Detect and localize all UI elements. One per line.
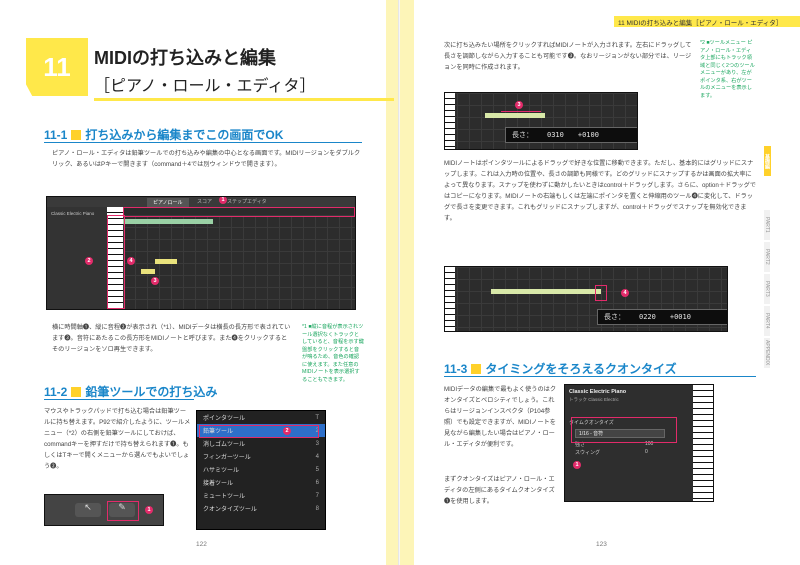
pencil-highlight (199, 425, 319, 438)
heading-rule (444, 376, 756, 377)
paragraph-quantize: MIDIデータの編集で最もよく使うのはクオンタイズとベロシティでしょう。これらは… (444, 386, 557, 448)
section-title: 打ち込みから編集までこの画面でOK (85, 128, 284, 142)
tool-item[interactable]: フィンガーツール 4 (197, 450, 325, 463)
quantize-inspector-screenshot: Classic Electric Piano トラック Classic Elec… (564, 384, 714, 502)
region-name: Classic Electric Piano (51, 211, 95, 216)
inspector-pane: Classic Electric Piano (47, 207, 107, 309)
running-head: 11 MIDIの打ち込みと編集［ピアノ・ロール・エディタ］ (614, 16, 800, 27)
note-input-screenshot: 3 長さ： 0310 +0100 (444, 92, 638, 150)
tab-appendix[interactable]: APPENDIX (764, 338, 770, 368)
paragraph-quantize-2: まずクオンタイズはピアノ・ロール・エディタの左側にあるタイムクオンタイズ❶を使用… (444, 476, 555, 505)
paragraph-axis: 横に時間軸❶、縦に音程❷が表示され（*1）、MIDIデータは横長の長方形で表され… (52, 324, 291, 353)
right-page: 11 MIDIの打ち込みと編集［ピアノ・ロール・エディタ］ 次に打ち込みたい場所… (400, 0, 800, 565)
square-icon (471, 364, 482, 374)
tool-menu-screenshot: ポインタツール T 鉛筆ツール 2 消しゴムツール 3 フィンガーツール 4 ハサミツー… (196, 410, 326, 530)
chapter-title: MIDIの打ち込みと編集 ［ピアノ・ロール・エディタ］ (94, 44, 384, 96)
callout-1: 1 (219, 197, 227, 204)
section-heading-11-1: 11-1 打ち込みから編集までこの画面でOK (44, 126, 283, 143)
section-heading-11-2: 11-2 鉛筆ツールでの打ち込み (44, 383, 217, 400)
page-number-right: 123 (596, 541, 607, 548)
callout-1: 1 (145, 506, 153, 514)
tab-step-editor[interactable]: ステップエディタ (227, 198, 267, 205)
chapter-title-line1: MIDIの打ち込みと編集 (94, 48, 276, 68)
paragraph-pencil: マウスやトラックパッドで打ち込む場合は鉛筆ツールに持ち替えます。P92で紹介した… (44, 408, 191, 470)
section-number: 11-3 (444, 362, 468, 376)
inspector-title: Classic Electric Piano (569, 389, 627, 395)
length-readout: 長さ： 0220 +0010 (597, 309, 727, 325)
tool-switch-screenshot: ↖ ✎ 1 (44, 494, 164, 526)
section-heading-11-3: 11-3 タイミングをそろえるクオンタイズ (444, 360, 677, 377)
region-bar[interactable] (123, 219, 213, 224)
keyboard-strip[interactable] (445, 93, 455, 149)
section-title: タイミングをそろえるクオンタイズ (485, 362, 677, 376)
callout-4: 4 (621, 289, 629, 297)
section-number: 11-2 (44, 385, 68, 399)
tab-basic[interactable]: 基礎編 (764, 146, 771, 176)
midi-note[interactable] (155, 259, 177, 264)
callout-4: 4 (127, 257, 135, 265)
swing-label: スウィング (575, 450, 601, 456)
tool-item[interactable]: ハサミツール 5 (197, 463, 325, 476)
tab-part1[interactable]: PART1 (764, 210, 770, 240)
paragraph-intro: ピアノ・ロール・エディタは鉛筆ツールでの打ち込みや編集の中心となる画面です。MI… (52, 150, 361, 168)
quantize-highlight (571, 417, 677, 443)
tool-item[interactable]: クオンタイズツール 8 (197, 502, 325, 515)
tab-part4[interactable]: PART4 (764, 306, 770, 336)
page-number-left: 122 (196, 541, 207, 548)
note-resize-screenshot: 4 長さ： 0220 +0010 (444, 266, 728, 332)
inspector-subtitle: トラック Classic Electric (569, 397, 619, 402)
tab-piano-roll[interactable]: ピアノロール (147, 198, 189, 207)
callout-3: 3 (151, 277, 159, 285)
keyboard-strip[interactable] (445, 267, 455, 331)
swing-value[interactable]: 0 (645, 449, 648, 455)
tool-item[interactable]: ポインタツール T (197, 411, 325, 424)
tab-part3[interactable]: PART3 (764, 274, 770, 304)
length-readout: 長さ： 0310 +0100 (505, 127, 637, 143)
chapter-title-line2: ［ピアノ・ロール・エディタ］ (94, 78, 316, 95)
resize-tool-highlight (595, 285, 607, 301)
callout-3: 3 (515, 101, 523, 109)
footnote-1: *1 ■縦に音程が表示されツール選択なくトラックとしていると、音程を示す鍵盤部を… (302, 324, 364, 383)
time-ruler-highlight (123, 207, 355, 217)
left-page: 11 MIDIの打ち込みと編集 ［ピアノ・ロール・エディタ］ 11-1 打ち込みか… (0, 0, 400, 565)
heading-rule (44, 399, 194, 400)
midi-note[interactable] (491, 289, 601, 294)
tab-score[interactable]: スコア (197, 198, 212, 205)
footnote-2: *2 ■ツールメニュー ピアノ・ロール・エディタ上部にもトラック領域と同じく2つ… (700, 40, 755, 99)
chapter-tabs: 基礎編 PART1 PART2 PART3 PART4 APPENDIX (764, 146, 800, 370)
book-spread: 11 MIDIの打ち込みと編集 ［ピアノ・ロール・エディタ］ 11-1 打ち込みか… (0, 0, 800, 565)
heading-rule (44, 142, 362, 143)
paragraph-input: 次に打ち込みたい場所をクリックすればMIDIノートが入力されます。左右にドラッグ… (444, 42, 692, 71)
midi-note[interactable] (485, 113, 545, 118)
tool-item[interactable]: 消しゴムツール 3 (197, 437, 325, 450)
square-icon (71, 387, 82, 397)
chapter-number: 11 (26, 38, 88, 96)
section-number: 11-1 (44, 128, 68, 142)
tool-item[interactable]: ミュートツール 7 (197, 489, 325, 502)
right-margin-band (400, 0, 414, 565)
tool-item[interactable]: 接着ツール 6 (197, 476, 325, 489)
piano-roll-screenshot: ピアノロール スコア ステップエディタ Classic Electric Pia… (46, 196, 356, 310)
drag-arrow (501, 111, 541, 112)
callout-2: 2 (283, 427, 291, 435)
midi-note[interactable] (141, 269, 155, 274)
pointer-tool-button[interactable]: ↖ (75, 503, 101, 517)
pencil-button-highlight (107, 501, 139, 521)
tab-part2[interactable]: PART2 (764, 242, 770, 272)
callout-2: 2 (85, 257, 93, 265)
square-icon (71, 130, 82, 140)
keyboard-strip[interactable] (693, 385, 713, 501)
pitch-highlight (107, 215, 125, 309)
callout-1: 1 (573, 461, 581, 469)
paragraph-move: MIDIノートはポインタツールによるドラッグで好きな位置に移動できます。ただし、… (444, 160, 756, 222)
section-title: 鉛筆ツールでの打ち込み (85, 385, 218, 399)
chapter-underline (94, 98, 394, 101)
